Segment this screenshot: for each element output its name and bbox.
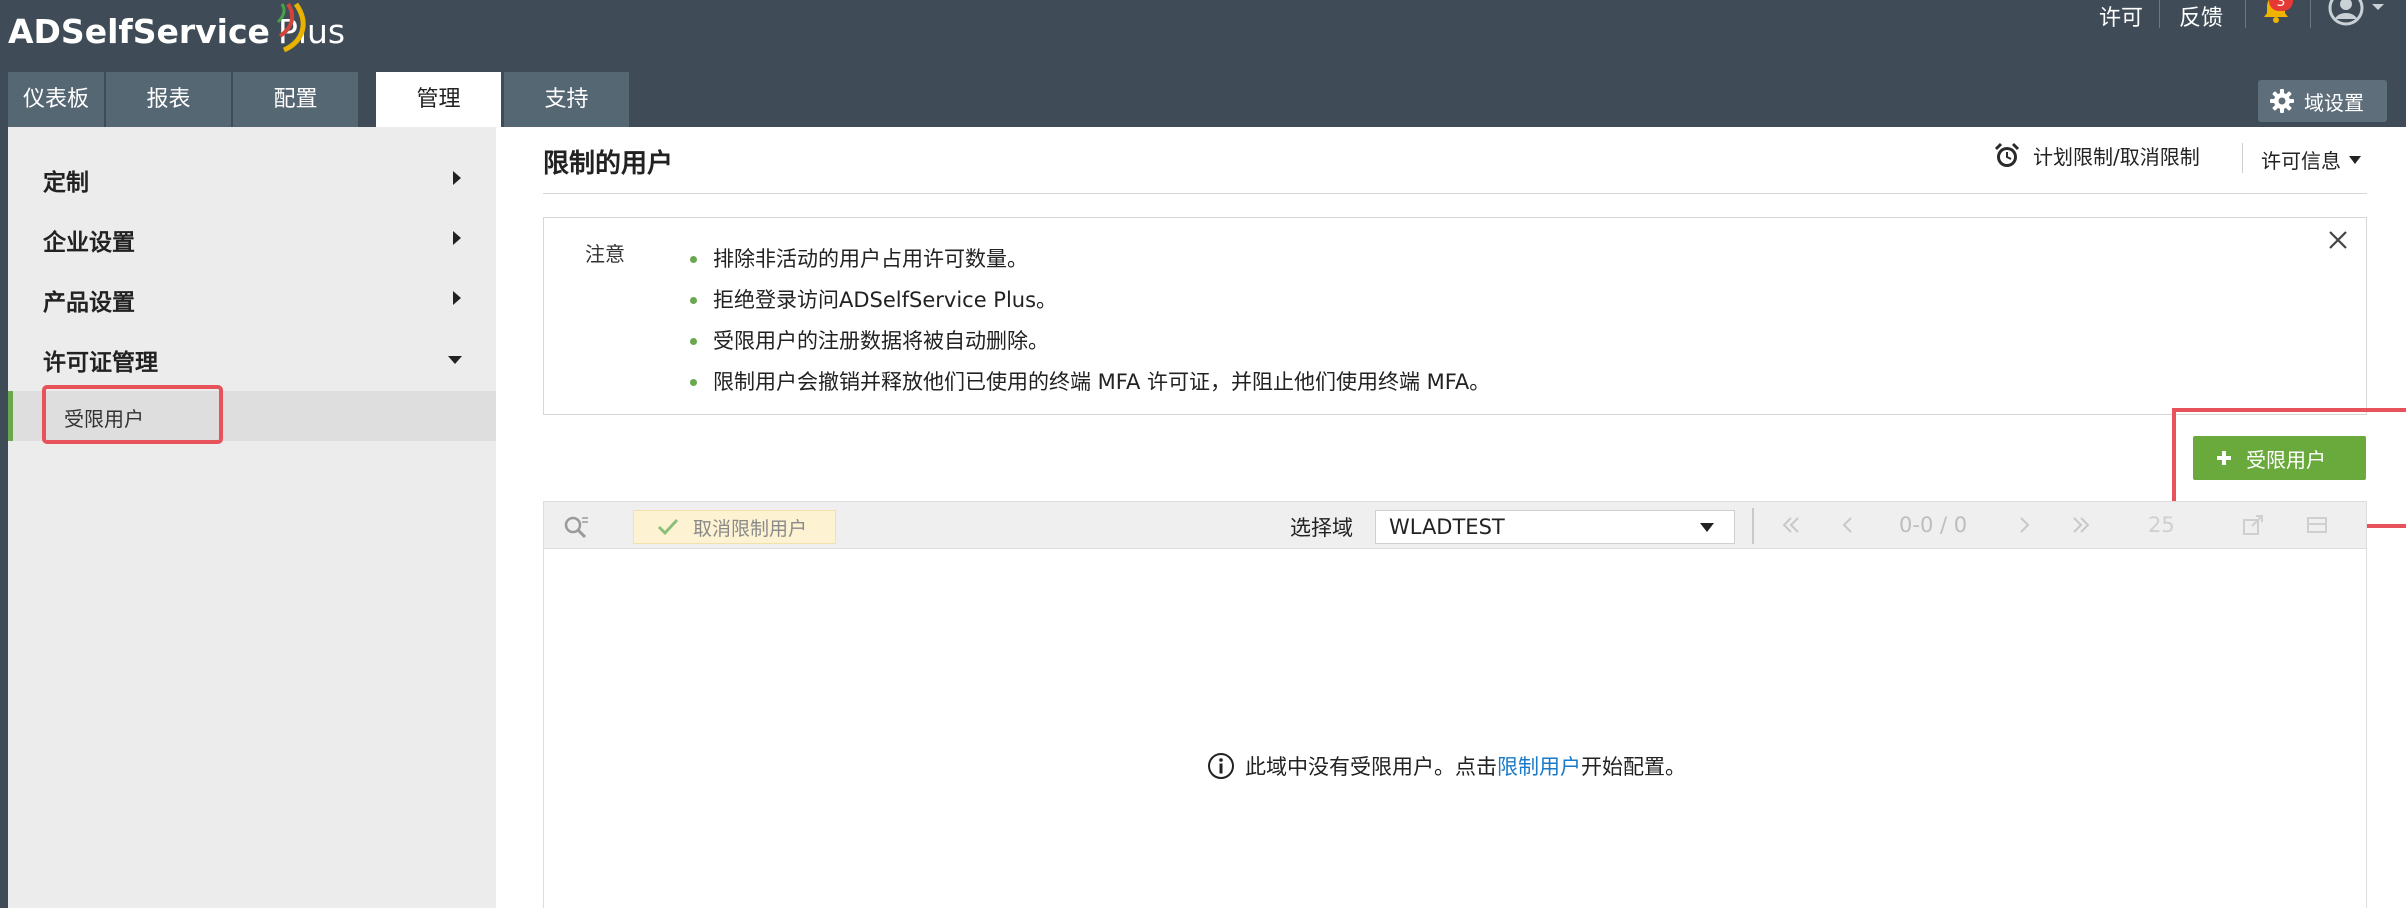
- first-page-icon[interactable]: [1781, 514, 1801, 536]
- gear-icon: [2270, 89, 2294, 113]
- schedule-restriction-link[interactable]: 计划限制/取消限制: [1993, 141, 2200, 170]
- page-info: 0-0 / 0: [1899, 513, 1968, 537]
- domain-settings-label: 域设置: [2304, 90, 2364, 115]
- sidebar-item-label: 定制: [43, 170, 89, 196]
- logo-swoosh-icon: [276, 2, 306, 53]
- caret-right-icon: [453, 291, 461, 305]
- caret-down-icon: [2349, 155, 2361, 164]
- column-chooser-icon[interactable]: [2306, 514, 2328, 536]
- note-item: 受限用户的注册数据将被自动删除。: [690, 326, 1490, 367]
- header-divider: [2242, 143, 2243, 173]
- empty-state-text: 此域中没有受限用户。点击: [1245, 755, 1497, 779]
- feedback-link[interactable]: 反馈: [2179, 0, 2223, 32]
- grid-toolbar: 取消限制用户 选择域 WLADTEST 0-0 / 0 25: [543, 501, 2367, 549]
- tab-support[interactable]: 支持: [504, 72, 629, 127]
- tab-configuration[interactable]: 配置: [233, 72, 358, 127]
- select-domain-label: 选择域: [1290, 516, 1353, 540]
- sidebar-item-label: 企业设置: [43, 230, 135, 256]
- license-link[interactable]: 许可: [2099, 0, 2143, 32]
- header-divider: [2245, 0, 2246, 28]
- sidebar-item-product-settings[interactable]: 产品设置: [8, 269, 496, 325]
- note-panel: 注意 排除非活动的用户占用许可数量。 拒绝登录访问ADSelfService P…: [543, 217, 2367, 415]
- page-title: 限制的用户: [543, 149, 674, 179]
- license-info-label: 许可信息: [2261, 149, 2341, 173]
- active-indicator: [8, 391, 13, 441]
- tab-admin[interactable]: 管理: [376, 72, 501, 127]
- previous-page-icon[interactable]: [1841, 514, 1855, 536]
- caret-down-icon: [1700, 523, 1714, 532]
- rows-per-page[interactable]: 25: [2148, 513, 2175, 537]
- alarm-clock-icon: [1994, 142, 2020, 167]
- tab-reports[interactable]: 报表: [106, 72, 231, 127]
- note-item: 拒绝登录访问ADSelfService Plus。: [690, 285, 1490, 326]
- info-icon: [1208, 753, 1234, 779]
- domain-select-value: WLADTEST: [1389, 515, 1505, 539]
- check-icon: [657, 518, 679, 536]
- app-logo[interactable]: ADSelfService Plus: [8, 2, 345, 56]
- note-item: 限制用户会撤销并释放他们已使用的终端 MFA 许可证，并阻止他们使用终端 MFA…: [690, 367, 1490, 408]
- top-header: ADSelfService Plus 许可 反馈 3 仪表板 报表 配置 管理 支…: [0, 0, 2406, 127]
- user-avatar-icon[interactable]: [2328, 0, 2386, 26]
- domain-settings-button[interactable]: 域设置: [2258, 80, 2387, 122]
- caret-right-icon: [453, 171, 461, 185]
- search-icon[interactable]: [563, 514, 591, 540]
- domain-select[interactable]: WLADTEST: [1375, 510, 1735, 544]
- empty-state-message: 此域中没有受限用户。点击 限制用户 开始配置。: [1207, 751, 1686, 781]
- sidebar-item-enterprise-settings[interactable]: 企业设置: [8, 209, 496, 265]
- next-page-icon[interactable]: [2017, 514, 2031, 536]
- sidebar-item-label: 许可证管理: [43, 350, 158, 376]
- caret-down-icon: [448, 356, 462, 364]
- schedule-restriction-label: 计划限制/取消限制: [2033, 145, 2200, 169]
- left-strip: [0, 127, 8, 908]
- export-icon[interactable]: [2242, 514, 2264, 536]
- sidebar-item-label: 产品设置: [43, 290, 135, 316]
- empty-state-text-end: 开始配置。: [1581, 755, 1686, 779]
- close-icon[interactable]: [2328, 230, 2348, 250]
- app-name: ADSelfService: [8, 12, 270, 51]
- note-item: 排除非活动的用户占用许可数量。: [690, 244, 1490, 285]
- sidebar-item-customize[interactable]: 定制: [8, 149, 496, 205]
- caret-right-icon: [453, 231, 461, 245]
- license-info-dropdown[interactable]: 许可信息: [2261, 145, 2361, 174]
- header-divider: [2159, 0, 2160, 28]
- note-label: 注意: [585, 242, 625, 266]
- toolbar-divider: [1752, 508, 1754, 544]
- highlight-box: [42, 385, 223, 444]
- header-divider: [2310, 0, 2311, 28]
- unrestrict-users-button[interactable]: 取消限制用户: [633, 510, 836, 544]
- grid-body: 此域中没有受限用户。点击 限制用户 开始配置。: [543, 549, 2367, 908]
- unrestrict-users-label: 取消限制用户: [693, 517, 808, 540]
- last-page-icon[interactable]: [2071, 514, 2091, 536]
- sidebar-item-license-management[interactable]: 许可证管理: [8, 329, 496, 385]
- sidebar: 定制 企业设置 产品设置 许可证管理 受限用户: [8, 127, 496, 908]
- note-list: 排除非活动的用户占用许可数量。 拒绝登录访问ADSelfService Plus…: [690, 244, 1490, 408]
- tab-dashboard[interactable]: 仪表板: [8, 72, 104, 127]
- title-divider: [543, 193, 2367, 194]
- restrict-users-link[interactable]: 限制用户: [1497, 751, 1581, 781]
